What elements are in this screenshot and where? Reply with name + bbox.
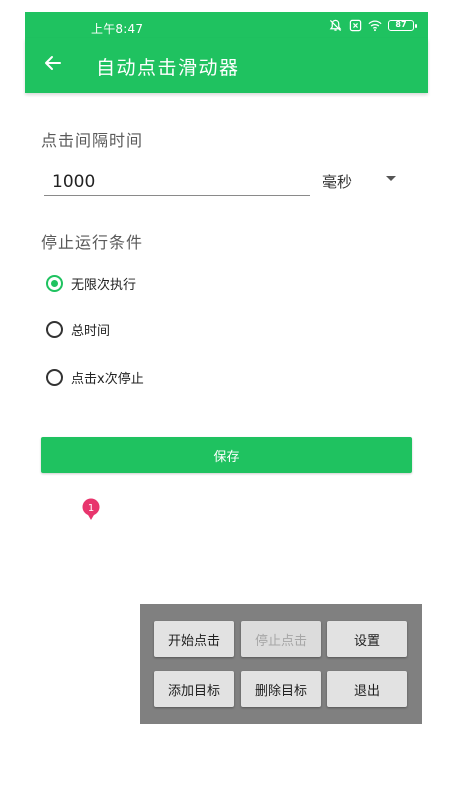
radio-label: 点击x次停止 (71, 372, 144, 387)
delete-target-button[interactable]: 删除目标 (241, 671, 321, 707)
radio-checked-icon[interactable] (46, 275, 63, 292)
start-click-button[interactable]: 开始点击 (154, 621, 234, 657)
stop-click-button[interactable]: 停止点击 (241, 621, 321, 657)
exit-button[interactable]: 退出 (327, 671, 407, 707)
unit-dropdown[interactable]: 毫秒 (322, 168, 402, 194)
stop-condition-label: 停止运行条件 (41, 233, 144, 252)
arrow-left-icon[interactable] (42, 52, 64, 74)
radio-label: 总时间 (71, 324, 111, 339)
sim-x-icon (348, 18, 362, 32)
control-panel: 开始点击 停止点击 设置 添加目标 删除目标 退出 (140, 604, 422, 724)
click-target-marker[interactable]: 1 (82, 498, 100, 522)
radio-option-total-time[interactable]: 总时间 (46, 320, 110, 339)
radio-option-click-count[interactable]: 点击x次停止 (46, 368, 144, 387)
marker-number: 1 (88, 503, 94, 514)
dropdown-arrow-icon (386, 176, 396, 181)
status-icons: 87 (328, 18, 417, 32)
radio-option-unlimited[interactable]: 无限次执行 (46, 274, 136, 293)
interval-label: 点击间隔时间 (41, 131, 144, 150)
bell-off-icon (328, 18, 342, 32)
radio-unchecked-icon[interactable] (46, 369, 63, 386)
radio-label: 无限次执行 (71, 278, 137, 293)
save-button[interactable]: 保存 (41, 437, 412, 473)
battery-icon: 87 (388, 19, 417, 31)
status-time: 上午8:47 (91, 22, 144, 36)
status-bar: 上午8:47 87 (25, 12, 428, 38)
wifi-icon (368, 18, 382, 32)
radio-unchecked-icon[interactable] (46, 321, 63, 338)
app-toolbar: 自动点击滑动器 (25, 38, 428, 93)
app-screen: 上午8:47 87 自动点击滑动器 点击间隔时间 1000 毫秒 停止运行条件 … (0, 0, 450, 800)
settings-button[interactable]: 设置 (327, 621, 407, 657)
add-target-button[interactable]: 添加目标 (154, 671, 234, 707)
interval-input[interactable] (44, 168, 310, 196)
page-title: 自动点击滑动器 (96, 57, 240, 79)
unit-value: 毫秒 (322, 172, 353, 191)
